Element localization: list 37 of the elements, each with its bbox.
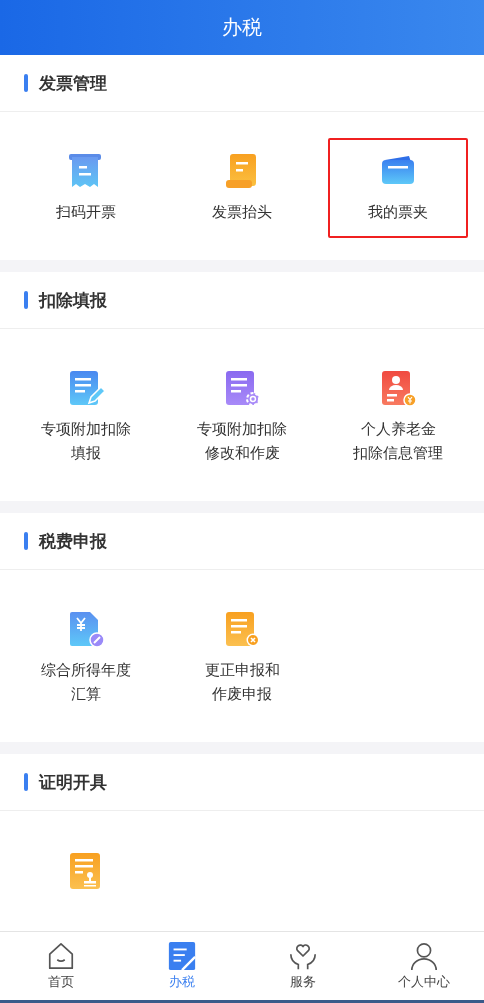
section-title: 发票管理: [39, 71, 107, 95]
section-title: 税费申报: [39, 529, 107, 553]
section-marker: [24, 532, 28, 550]
document-gear-icon: [223, 369, 261, 407]
menu-item[interactable]: 发票抬头: [172, 138, 312, 238]
document-pencil-icon: [67, 369, 105, 407]
section-marker: [24, 291, 28, 309]
section-marker: [24, 74, 28, 92]
section-marker: [24, 773, 28, 791]
profile-card-icon: [379, 369, 417, 407]
nav-tab[interactable]: 服务: [242, 932, 363, 1000]
item-label: 个人养老金 扣除信息管理: [353, 419, 443, 464]
item-label: 我的票夹: [368, 202, 428, 223]
item-label: 专项附加扣除 填报: [41, 419, 131, 464]
page-title: 办税: [222, 14, 262, 41]
menu-item[interactable]: 专项附加扣除 填报: [16, 355, 156, 479]
highlight-frame[interactable]: 我的票夹: [328, 138, 468, 238]
nav-tab[interactable]: 首页: [0, 932, 121, 1000]
menu-item[interactable]: 综合所得年度 汇算: [16, 596, 156, 720]
menu-item[interactable]: 个人养老金 扣除信息管理: [328, 355, 468, 479]
item-label: 扫码开票: [56, 202, 116, 223]
item-label: 专项附加扣除 修改和作废: [197, 419, 287, 464]
section-title: 扣除填报: [39, 288, 107, 312]
person-icon: [408, 941, 439, 971]
heart-hands-icon: [287, 941, 318, 971]
document-pencil-icon: [166, 941, 197, 971]
menu-item[interactable]: 更正申报和 作废申报: [172, 596, 312, 720]
nav-tab[interactable]: 办税: [121, 932, 242, 1000]
document-cancel-icon: [223, 610, 261, 648]
invoice-edit-icon: [67, 610, 105, 648]
item-label: 更正申报和 作废申报: [204, 660, 280, 705]
section-title: 证明开具: [39, 770, 107, 794]
item-label: 综合所得年度 汇算: [41, 660, 131, 705]
menu-item[interactable]: 扫码开票: [16, 138, 156, 238]
menu-item[interactable]: 专项附加扣除 修改和作废: [172, 355, 312, 479]
nav-tab[interactable]: 个人中心: [363, 932, 484, 1000]
item-label: 发票抬头: [212, 202, 272, 223]
